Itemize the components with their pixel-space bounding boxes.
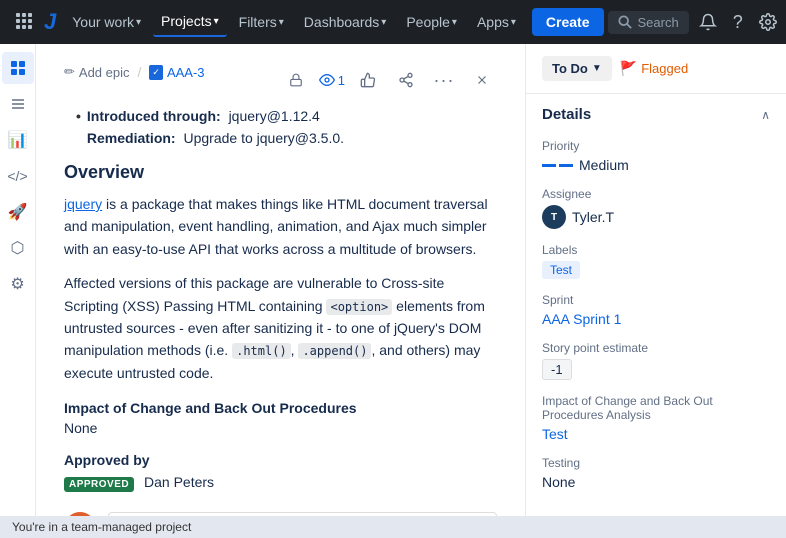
nav-icon-group: ? xyxy=(693,6,783,39)
watch-button[interactable]: 1 xyxy=(319,72,345,88)
share-button[interactable] xyxy=(391,65,421,95)
ticket-link[interactable]: ✓ AAA-3 xyxy=(149,65,204,80)
sprint-value: AAA Sprint 1 xyxy=(542,311,770,327)
sidebar-icon-settings[interactable]: ⚙ xyxy=(2,268,34,300)
impact-analysis-value: Test xyxy=(542,426,770,442)
testing-row: Testing None xyxy=(542,456,770,490)
watch-count: 1 xyxy=(338,73,345,88)
jquery-link[interactable]: jquery xyxy=(64,196,102,212)
labels-label: Labels xyxy=(542,243,770,257)
impact-title: Impact of Change and Back Out Procedures xyxy=(64,400,497,416)
impact-analysis-link[interactable]: Test xyxy=(542,426,568,442)
like-button[interactable] xyxy=(353,65,383,95)
details-title: Details xyxy=(542,106,591,123)
sprint-label: Sprint xyxy=(542,293,770,307)
app-logo: J xyxy=(44,9,56,35)
sidebar: 📊 </> 🚀 ⬡ ⚙ xyxy=(0,44,36,538)
approved-by-label: Approved by xyxy=(64,452,497,468)
intro-section: • Introduced through: jquery@1.12.4 • Re… xyxy=(64,108,497,146)
search-placeholder: Search xyxy=(638,15,679,30)
footer-note: You're in a team-managed project xyxy=(0,516,786,538)
nav-apps[interactable]: Apps ▾ xyxy=(469,8,524,36)
story-point-badge[interactable]: -1 xyxy=(542,359,572,380)
help-icon[interactable]: ? xyxy=(727,6,749,39)
assignee-label: Assignee xyxy=(542,187,770,201)
sidebar-icon-releases[interactable]: 🚀 xyxy=(2,196,34,228)
impact-value: None xyxy=(64,420,497,436)
nav-people[interactable]: People ▾ xyxy=(398,8,465,36)
status-bar: To Do ▼ 🚩 Flagged xyxy=(526,44,786,94)
priority-row: Priority Medium xyxy=(542,139,770,173)
overview-title: Overview xyxy=(64,162,497,183)
overview-para1: jquery is a package that makes things li… xyxy=(64,193,497,260)
testing-value: None xyxy=(542,474,770,490)
priority-value: Medium xyxy=(542,157,770,173)
status-caret: ▼ xyxy=(592,63,602,74)
labels-row: Labels Test xyxy=(542,243,770,279)
assignee-avatar: T xyxy=(542,205,566,229)
nav-filters[interactable]: Filters ▾ xyxy=(231,8,292,36)
grid-icon[interactable] xyxy=(8,5,40,40)
sprint-row: Sprint AAA Sprint 1 xyxy=(542,293,770,327)
nav-your-work[interactable]: Your work ▾ xyxy=(64,8,149,36)
details-section: Details ∧ Priority Medium xyxy=(526,94,786,516)
approved-by-section: Approved by APPROVED Dan Peters xyxy=(64,452,497,492)
sprint-link[interactable]: AAA Sprint 1 xyxy=(542,311,621,327)
more-button[interactable]: ··· xyxy=(429,65,459,95)
flag-icon: 🚩 xyxy=(620,60,637,77)
content-panel: ✏ Add epic / ✓ AAA-3 xyxy=(36,44,526,538)
introduced-through-item: • Introduced through: jquery@1.12.4 xyxy=(64,108,497,124)
sidebar-icon-components[interactable]: ⬡ xyxy=(2,232,34,264)
create-button[interactable]: Create xyxy=(532,8,604,36)
flagged-button[interactable]: 🚩 Flagged xyxy=(620,60,688,77)
impact-analysis-label: Impact of Change and Back Out Procedures… xyxy=(542,394,770,422)
assignee-value[interactable]: T Tyler.T xyxy=(542,205,770,229)
lock-button[interactable] xyxy=(281,65,311,95)
notifications-icon[interactable] xyxy=(693,7,723,37)
nav-projects[interactable]: Projects ▾ xyxy=(153,7,227,37)
code-html: .html() xyxy=(232,343,291,359)
assignee-row: Assignee T Tyler.T xyxy=(542,187,770,229)
details-header: Details ∧ xyxy=(542,106,770,123)
code-option: <option> xyxy=(326,299,392,315)
story-point-value: -1 xyxy=(542,359,770,380)
ticket-icon: ✓ xyxy=(149,65,163,80)
priority-label: Priority xyxy=(542,139,770,153)
main-content: ✏ Add epic / ✓ AAA-3 xyxy=(36,44,786,538)
close-button[interactable] xyxy=(467,65,497,95)
app-body: 📊 </> 🚀 ⬡ ⚙ ✏ Add epic / ✓ AAA-3 xyxy=(0,44,786,538)
sidebar-icon-reports[interactable]: 📊 xyxy=(2,124,34,156)
impact-analysis-row: Impact of Change and Back Out Procedures… xyxy=(542,394,770,442)
search-icon xyxy=(618,15,632,29)
approved-name: Dan Peters xyxy=(144,474,214,490)
story-point-label: Story point estimate xyxy=(542,341,770,355)
top-navigation: J Your work ▾ Projects ▾ Filters ▾ Dashb… xyxy=(0,0,786,44)
overview-para2: Affected versions of this package are vu… xyxy=(64,272,497,384)
status-dropdown[interactable]: To Do ▼ xyxy=(542,56,612,81)
breadcrumb: ✏ Add epic / ✓ AAA-3 xyxy=(64,64,205,80)
labels-value: Test xyxy=(542,261,770,279)
sidebar-icon-code[interactable]: </> xyxy=(2,160,34,192)
sidebar-icon-board[interactable] xyxy=(2,52,34,84)
testing-label: Testing xyxy=(542,456,770,470)
label-tag[interactable]: Test xyxy=(542,261,580,279)
search-bar[interactable]: Search xyxy=(608,11,689,34)
approved-badge: APPROVED xyxy=(64,477,134,492)
collapse-button[interactable]: ∧ xyxy=(761,108,770,122)
add-epic-button[interactable]: ✏ Add epic xyxy=(64,64,130,80)
remediation-item: • Remediation: Upgrade to jquery@3.5.0. xyxy=(64,130,497,146)
right-panel: To Do ▼ 🚩 Flagged Details ∧ Priority xyxy=(526,44,786,538)
nav-dashboards[interactable]: Dashboards ▾ xyxy=(296,8,395,36)
code-append: .append() xyxy=(298,343,371,359)
settings-icon[interactable] xyxy=(753,7,783,37)
story-point-row: Story point estimate -1 xyxy=(542,341,770,380)
sidebar-icon-backlog[interactable] xyxy=(2,88,34,120)
